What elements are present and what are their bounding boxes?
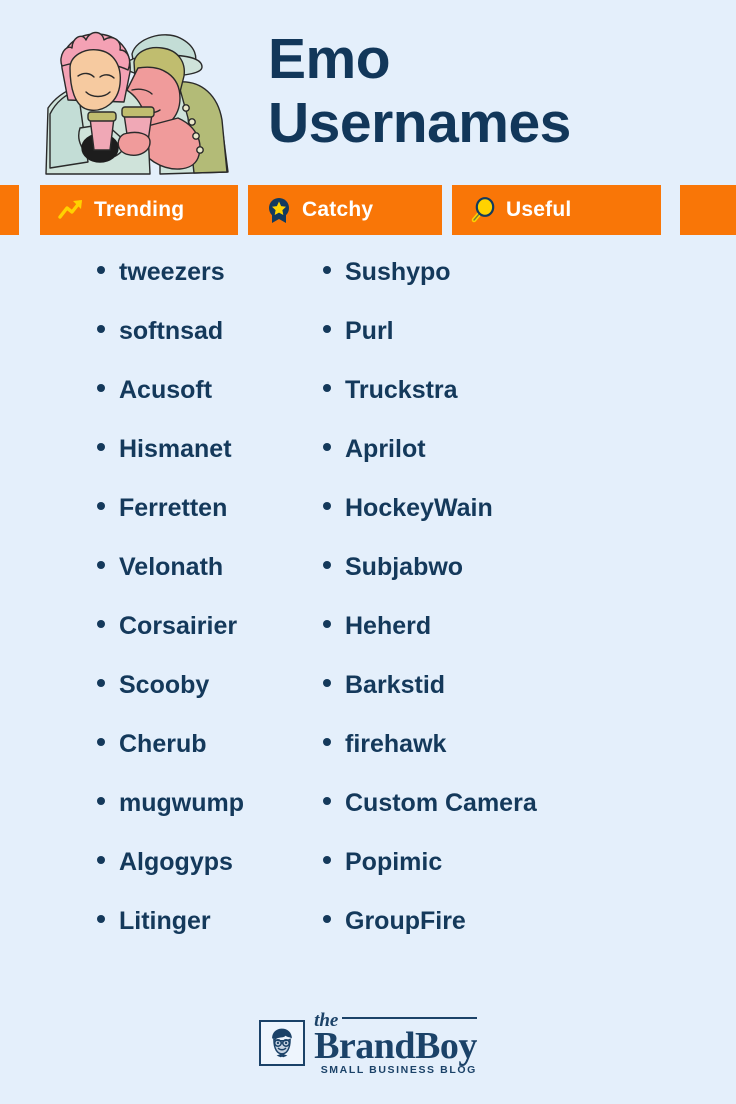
list-item: GroupFire [323, 907, 736, 966]
list-bullet-icon [97, 856, 105, 864]
username-text: tweezers [119, 258, 225, 286]
list-item: Sushypo [323, 258, 736, 317]
list-item: Cherub [97, 730, 305, 789]
list-item: softnsad [97, 317, 305, 376]
username-text: Algogyps [119, 848, 233, 876]
username-list-left: tweezers softnsad Acusoft Hismanet Ferretten… [0, 258, 305, 966]
list-bullet-icon [323, 561, 331, 569]
list-item: HockeyWain [323, 494, 736, 553]
list-bullet-icon [323, 266, 331, 274]
brandboy-logo-text: the BrandBoy SMALL BUSINESS BLOG [314, 1011, 477, 1076]
list-item: Popimic [323, 848, 736, 907]
username-text: Truckstra [345, 376, 458, 404]
badge-catchy-label: Catchy [302, 198, 374, 221]
magnifying-glass-icon [469, 196, 497, 224]
username-lists: tweezers softnsad Acusoft Hismanet Ferretten… [0, 258, 736, 966]
brandboy-logo[interactable]: the BrandBoy SMALL BUSINESS BLOG [259, 1011, 477, 1076]
list-bullet-icon [97, 620, 105, 628]
username-text: Scooby [119, 671, 210, 699]
list-bullet-icon [97, 266, 105, 274]
username-text: Heherd [345, 612, 432, 640]
username-text: Corsairier [119, 612, 238, 640]
list-item: tweezers [97, 258, 305, 317]
username-list-right: Sushypo Purl Truckstra Aprilot HockeyWain Sub… [305, 258, 736, 966]
list-bullet-icon [323, 502, 331, 510]
list-item: Truckstra [323, 376, 736, 435]
badge-trending[interactable]: Trending [40, 185, 238, 235]
list-item: Purl [323, 317, 736, 376]
list-item: Heherd [323, 612, 736, 671]
list-item: Corsairier [97, 612, 305, 671]
title-line-1: Emo [268, 27, 391, 91]
username-text: HockeyWain [345, 494, 493, 522]
username-text: Purl [345, 317, 394, 345]
list-bullet-icon [97, 561, 105, 569]
logo-tagline: SMALL BUSINESS BLOG [320, 1063, 477, 1076]
username-text: Popimic [345, 848, 443, 876]
list-item: Acusoft [97, 376, 305, 435]
badge-bar-right-edge-block [680, 185, 736, 235]
list-item: Hismanet [97, 435, 305, 494]
list-bullet-icon [97, 502, 105, 510]
logo-brand: BrandBoy [314, 1024, 477, 1067]
username-text: Acusoft [119, 376, 213, 404]
list-bullet-icon [97, 384, 105, 392]
list-item: Custom Camera [323, 789, 736, 848]
list-bullet-icon [323, 738, 331, 746]
list-bullet-icon [323, 915, 331, 923]
username-text: Sushypo [345, 258, 451, 286]
username-text: Litinger [119, 907, 211, 935]
username-text: Subjabwo [345, 553, 464, 581]
username-text: Custom Camera [345, 789, 537, 817]
list-bullet-icon [323, 856, 331, 864]
list-item: Algogyps [97, 848, 305, 907]
list-item: Scooby [97, 671, 305, 730]
username-text: Velonath [119, 553, 224, 581]
username-text: Cherub [119, 730, 207, 758]
username-text: Aprilot [345, 435, 426, 463]
list-bullet-icon [97, 915, 105, 923]
page-footer: the BrandBoy SMALL BUSINESS BLOG [0, 1008, 736, 1078]
list-item: firehawk [323, 730, 736, 789]
username-text: softnsad [119, 317, 224, 345]
list-bullet-icon [97, 797, 105, 805]
list-item: Aprilot [323, 435, 736, 494]
username-text: Barkstid [345, 671, 446, 699]
list-bullet-icon [323, 325, 331, 333]
logo-rule [342, 1017, 477, 1020]
list-bullet-icon [323, 384, 331, 392]
list-bullet-icon [97, 679, 105, 687]
username-text: Hismanet [119, 435, 232, 463]
list-bullet-icon [97, 325, 105, 333]
badge-trending-label: Trending [94, 198, 185, 221]
list-bullet-icon [323, 620, 331, 628]
username-text: mugwump [119, 789, 244, 817]
list-item: Litinger [97, 907, 305, 966]
badge-bar: Trending Catchy Useful [0, 185, 736, 235]
page-title: Emo Usernames [268, 27, 708, 155]
award-star-badge-icon [265, 196, 293, 224]
title-line-2: Usernames [268, 91, 571, 155]
boy-face-with-glasses-icon [259, 1020, 306, 1066]
badge-useful-label: Useful [506, 198, 572, 221]
trending-up-icon [57, 196, 85, 224]
list-item: mugwump [97, 789, 305, 848]
list-bullet-icon [323, 443, 331, 451]
username-text: GroupFire [345, 907, 466, 935]
username-text: Ferretten [119, 494, 228, 522]
list-bullet-icon [323, 679, 331, 687]
list-bullet-icon [97, 443, 105, 451]
badge-bar-left-edge-block [0, 185, 19, 235]
list-item: Ferretten [97, 494, 305, 553]
list-item: Subjabwo [323, 553, 736, 612]
badge-useful[interactable]: Useful [452, 185, 661, 235]
list-item: Velonath [97, 553, 305, 612]
list-bullet-icon [323, 797, 331, 805]
page-header: Emo Usernames [0, 0, 736, 185]
list-bullet-icon [97, 738, 105, 746]
username-text: firehawk [345, 730, 447, 758]
two-people-with-coffee-cups-illustration [28, 22, 240, 188]
list-item: Barkstid [323, 671, 736, 730]
badge-catchy[interactable]: Catchy [248, 185, 442, 235]
